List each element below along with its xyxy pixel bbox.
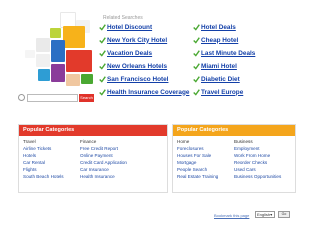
category-column-finance: Finance Free Credit Report Online Paymen… bbox=[80, 138, 127, 180]
related-search-label: Last Minute Deals bbox=[201, 49, 256, 57]
category-column-home: Home Foreclosures Houses For Sale Mortga… bbox=[177, 138, 218, 180]
category-link[interactable]: Used Cars bbox=[234, 166, 281, 173]
related-search-link[interactable]: Miami Hotel bbox=[193, 61, 237, 71]
category-link[interactable]: Houses For Sale bbox=[177, 152, 218, 159]
category-heading: Business bbox=[234, 139, 253, 144]
category-link[interactable]: Health Insurance bbox=[80, 173, 127, 180]
check-icon bbox=[99, 75, 106, 83]
search-icon bbox=[18, 94, 25, 101]
related-search-link[interactable]: Travel Europe bbox=[193, 87, 243, 97]
category-link[interactable]: Hotels bbox=[23, 152, 64, 159]
related-search-link[interactable]: New York City Hotel bbox=[99, 35, 167, 45]
chevron-down-icon: ▼ bbox=[269, 213, 273, 217]
related-search-label: Cheap Hotel bbox=[201, 36, 239, 44]
check-icon bbox=[99, 23, 106, 31]
related-search-label: San Francisco Hotel bbox=[107, 75, 169, 83]
category-heading: Finance bbox=[80, 139, 97, 144]
category-link[interactable]: Credit Card Application bbox=[80, 159, 127, 166]
category-link[interactable]: Work From Home bbox=[234, 152, 281, 159]
logo-mosaic bbox=[22, 12, 98, 92]
language-value: English bbox=[257, 212, 271, 217]
logo-tile bbox=[81, 74, 93, 84]
category-link[interactable]: People Search bbox=[177, 166, 218, 173]
category-link[interactable]: Car Insurance bbox=[80, 166, 127, 173]
related-search-link[interactable]: New Orleans Hotels bbox=[99, 61, 167, 71]
related-search-label: Diabetic Diet bbox=[201, 75, 240, 83]
related-searches-title: Related Searches bbox=[103, 15, 143, 21]
logo-tile bbox=[50, 28, 61, 38]
category-link[interactable]: Car Rental bbox=[23, 159, 64, 166]
category-link[interactable]: Online Payment bbox=[80, 152, 127, 159]
category-column-business: Business Employment Work From Home Reord… bbox=[234, 138, 281, 180]
category-link[interactable]: Flights bbox=[23, 166, 64, 173]
related-search-link[interactable]: Health Insurance Coverage bbox=[99, 87, 189, 97]
check-icon bbox=[193, 49, 200, 57]
category-link[interactable]: Employment bbox=[234, 145, 281, 152]
related-search-link[interactable]: Diabetic Diet bbox=[193, 74, 240, 84]
search-bar: Search bbox=[18, 93, 96, 103]
search-input[interactable] bbox=[27, 94, 78, 102]
bookmark-link[interactable]: Bookmark this page bbox=[214, 213, 249, 218]
category-link[interactable]: Real Estate Training bbox=[177, 173, 218, 180]
logo-tile bbox=[38, 69, 50, 81]
related-search-link[interactable]: Vacation Deals bbox=[99, 48, 152, 58]
related-search-label: New Orleans Hotels bbox=[107, 62, 168, 70]
check-icon bbox=[193, 23, 200, 31]
check-icon bbox=[193, 62, 200, 70]
language-select[interactable]: English ▼ bbox=[255, 211, 275, 218]
logo-tile bbox=[36, 54, 50, 67]
check-icon bbox=[99, 62, 106, 70]
check-icon bbox=[99, 36, 106, 44]
category-link[interactable]: Business Opportunities bbox=[234, 173, 281, 180]
check-icon bbox=[193, 88, 200, 96]
check-icon bbox=[99, 49, 106, 57]
panel-title: Popular Categories bbox=[173, 125, 295, 136]
category-link[interactable]: Free Credit Report bbox=[80, 145, 127, 152]
related-search-label: New York City Hotel bbox=[107, 36, 168, 44]
category-heading: Travel bbox=[23, 139, 36, 144]
related-search-label: Health Insurance Coverage bbox=[107, 88, 190, 96]
logo-tile bbox=[25, 50, 35, 58]
panel-title: Popular Categories bbox=[19, 125, 167, 136]
logo-tile bbox=[51, 40, 65, 62]
category-link[interactable]: Mortgage bbox=[177, 159, 218, 166]
language-submit-button[interactable]: Go bbox=[278, 211, 290, 218]
check-icon bbox=[99, 88, 106, 96]
category-link[interactable]: Reorder Checks bbox=[234, 159, 281, 166]
related-search-link[interactable]: San Francisco Hotel bbox=[99, 74, 168, 84]
related-search-link[interactable]: Hotel Discount bbox=[99, 22, 152, 32]
category-link[interactable]: South Beach Hotels bbox=[23, 173, 64, 180]
popular-categories-panel-right: Popular Categories Home Foreclosures Hou… bbox=[172, 124, 296, 193]
logo-tile bbox=[63, 26, 85, 48]
category-column-travel: Travel Airline Tickets Hotels Car Rental… bbox=[23, 138, 64, 180]
related-search-link[interactable]: Cheap Hotel bbox=[193, 35, 238, 45]
related-search-label: Miami Hotel bbox=[201, 62, 237, 70]
logo-tile bbox=[51, 64, 65, 82]
related-search-link[interactable]: Last Minute Deals bbox=[193, 48, 255, 58]
related-search-label: Hotel Deals bbox=[201, 23, 236, 31]
category-link[interactable]: Airline Tickets bbox=[23, 145, 64, 152]
related-search-link[interactable]: Hotel Deals bbox=[193, 22, 236, 32]
category-heading: Home bbox=[177, 139, 190, 144]
check-icon bbox=[193, 75, 200, 83]
logo-tile bbox=[66, 50, 92, 72]
check-icon bbox=[193, 36, 200, 44]
related-search-label: Vacation Deals bbox=[107, 49, 153, 57]
category-link[interactable]: Foreclosures bbox=[177, 145, 218, 152]
related-search-label: Hotel Discount bbox=[107, 23, 153, 31]
popular-categories-panel-left: Popular Categories Travel Airline Ticket… bbox=[18, 124, 168, 193]
logo-tile bbox=[66, 74, 80, 86]
related-search-label: Travel Europe bbox=[201, 88, 244, 96]
logo-tile bbox=[36, 38, 50, 52]
search-button[interactable]: Search bbox=[79, 94, 94, 102]
